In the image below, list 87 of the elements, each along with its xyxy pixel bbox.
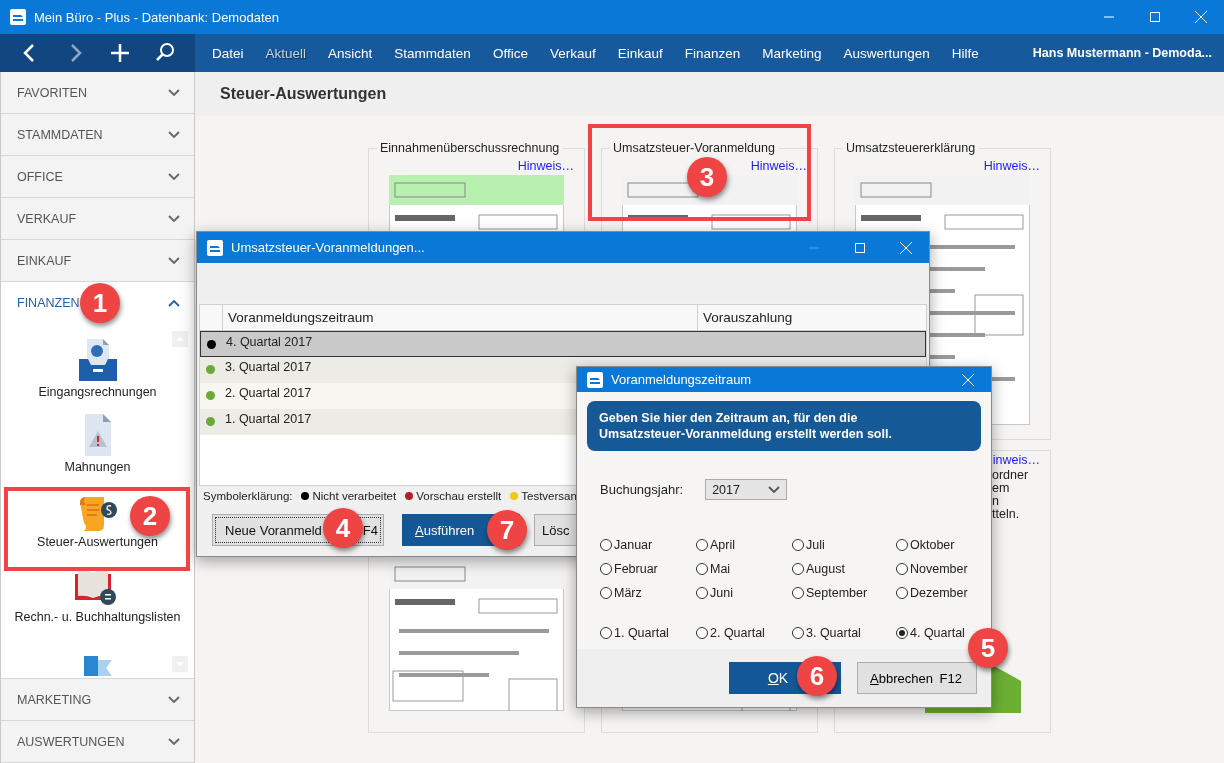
table-cell-text: 3. Quartal 2017 <box>224 359 312 374</box>
radio-option[interactable]: Juni <box>696 585 733 601</box>
radio-option[interactable]: August <box>792 561 845 577</box>
radio-option[interactable]: November <box>896 561 968 577</box>
year-dropdown[interactable]: 2017 <box>705 479 788 500</box>
maximize-icon <box>855 242 865 253</box>
sidebar-section-header[interactable]: FAVORITEN <box>1 72 194 114</box>
menu-item[interactable]: Finanzen <box>673 45 752 61</box>
menu-item[interactable]: Auswertungen <box>832 45 941 61</box>
sidebar-item[interactable]: Eingangsrechnungen <box>38 385 157 399</box>
card-text-line: tteln. <box>992 508 1021 521</box>
table-cell-text: 1. Quartal 2017 <box>224 411 312 426</box>
sidebar-item[interactable]: Steuer-Auswertungen <box>37 535 158 549</box>
menu-item[interactable]: Hilfe <box>940 45 990 61</box>
sidebar-section-header[interactable]: OFFICE <box>1 156 194 198</box>
table-cell-text: 2. Quartal 2017 <box>224 385 312 400</box>
sidebar-section-header[interactable]: STAMMDATEN <box>1 114 194 156</box>
chevron-down-icon <box>168 130 180 139</box>
card-title: Umsatzsteuererklärung <box>843 141 979 155</box>
sidebar-section-header[interactable]: MARKETING <box>1 679 194 721</box>
radio-option[interactable]: September <box>792 585 868 601</box>
window-title: Mein Büro - Plus - Datenbank: Demodaten <box>34 9 280 25</box>
close-icon <box>962 373 974 386</box>
radio-option[interactable]: 1. Quartal <box>600 625 669 641</box>
field-label: Buchungsjahr: <box>600 482 684 497</box>
radio-option[interactable]: April <box>696 537 735 553</box>
radio-option[interactable]: 4. Quartal <box>896 625 965 641</box>
column-header[interactable]: Vorauszahlung <box>697 305 926 330</box>
sidebar-item[interactable]: Mahnungen <box>64 460 131 474</box>
radio-option[interactable]: März <box>600 585 642 601</box>
menu-item[interactable]: Ansicht <box>317 45 384 61</box>
inbox-icon <box>78 339 117 381</box>
warning-document-icon <box>84 414 111 456</box>
radio-option[interactable]: Februar <box>600 561 658 577</box>
legend-text: Vorschau erstellt <box>416 490 502 502</box>
maximize-icon <box>1150 12 1160 22</box>
chevron-down-icon <box>168 695 180 704</box>
chevron-down-icon <box>168 256 180 265</box>
radio-option[interactable]: 2. Quartal <box>696 625 765 641</box>
card-text-line: ordner <box>992 469 1030 482</box>
legend-label: Symbolerklärung: <box>203 490 293 502</box>
menu-item[interactable]: Einkauf <box>606 45 674 61</box>
flag-icon <box>83 656 112 676</box>
card-title: Einnahmenüberschussrechnung <box>377 141 563 155</box>
card-text-line: em <box>992 482 1011 495</box>
radio-option[interactable]: 3. Quartal <box>792 625 861 641</box>
radio-option[interactable]: Juli <box>792 537 825 553</box>
cancel-button[interactable]: Abbrechen F12 <box>857 662 977 694</box>
scroll-icon <box>77 497 118 531</box>
column-header[interactable]: Voranmeldungszeitraum <box>222 305 697 330</box>
chevron-up-icon <box>168 299 180 307</box>
radio-option[interactable]: Mai <box>696 561 731 577</box>
menu-item[interactable]: Office <box>481 45 539 61</box>
menu-item[interactable]: Marketing <box>751 45 833 61</box>
radio-option[interactable]: Januar <box>600 537 653 553</box>
app-icon <box>10 9 26 25</box>
menu-item[interactable]: Datei <box>201 45 255 61</box>
table-row[interactable]: 4. Quartal 2017 <box>200 331 926 357</box>
legend-text: Testversan <box>521 490 577 502</box>
chevron-down-icon <box>768 485 781 494</box>
user-name: Hans Mustermann - Demoda... <box>1032 46 1213 60</box>
chevron-down-icon <box>168 214 180 223</box>
radio-option[interactable]: Dezember <box>896 585 968 601</box>
dialog-icon <box>587 371 603 388</box>
page-title: Steuer-Auswertungen <box>195 72 1224 116</box>
close-icon <box>1195 11 1207 23</box>
close-icon <box>900 241 912 254</box>
sidebar-section-header[interactable]: VERKAUF <box>1 198 194 240</box>
table-cell-text: 4. Quartal 2017 <box>225 334 313 349</box>
hint-link[interactable]: Hinweis… <box>517 159 574 173</box>
hint-link[interactable]: Hinweis… <box>750 159 807 173</box>
hint-link[interactable]: inweis… <box>992 453 1040 467</box>
dialog-title: Umsatzsteuer-Voranmeldungen... <box>231 240 426 255</box>
chevron-down-icon <box>168 172 180 181</box>
chevron-down-icon <box>168 88 180 97</box>
hint-link[interactable]: Hinweis… <box>983 159 1040 173</box>
card-text-line: n <box>992 495 1000 508</box>
legend-text: Nicht verarbeitet <box>312 490 397 502</box>
menu-item[interactable]: Stammdaten <box>383 45 482 61</box>
radio-option[interactable]: Oktober <box>896 537 955 553</box>
sidebar-section-header[interactable]: AUSWERTUNGEN <box>1 721 194 763</box>
card-title: Umsatzsteuer-Voranmeldung <box>610 141 778 155</box>
dialog-icon <box>207 239 223 256</box>
info-banner: Geben Sie hier den Zeitraum an, für den die Umsatzsteuer-Voranmeldung erstellt werden soll. <box>587 401 981 451</box>
menu-item[interactable]: Verkauf <box>538 45 607 61</box>
sidebar-item[interactable]: Rechn.- u. Buchhaltungslisten <box>14 610 181 624</box>
chevron-down-icon <box>168 737 180 746</box>
